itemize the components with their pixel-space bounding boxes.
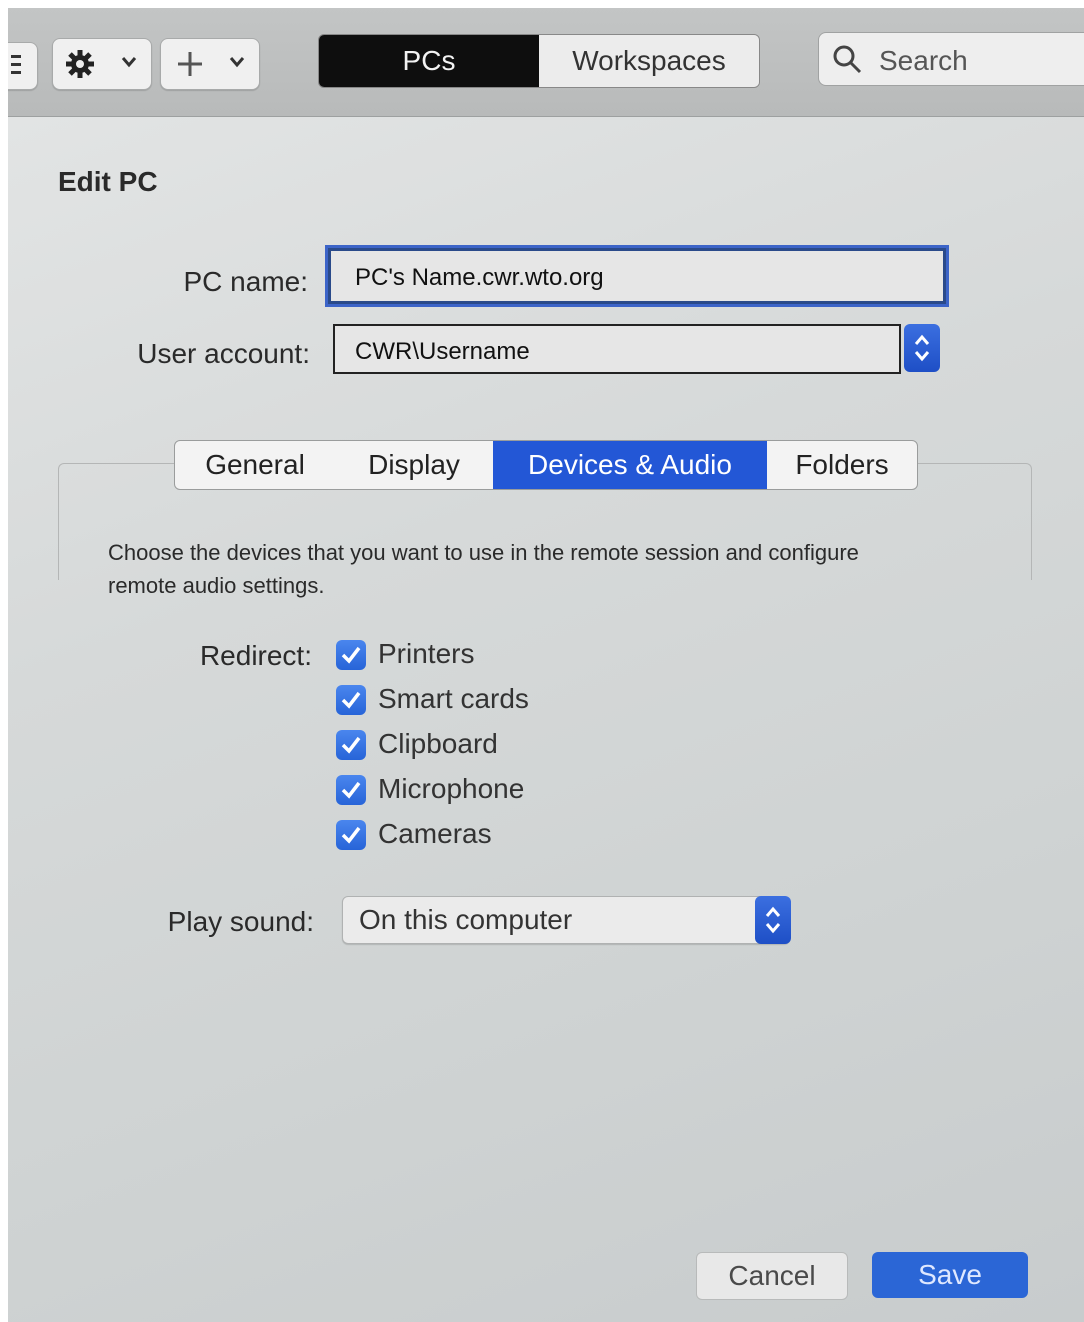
checkbox-checked[interactable]: [336, 730, 366, 760]
checkbox-label: Printers: [378, 638, 475, 669]
checkbox-label: Microphone: [378, 773, 525, 804]
view-segmented-control: PCs Workspaces: [318, 34, 760, 88]
gear-icon: [65, 49, 95, 84]
sidebar-toggle-button[interactable]: [8, 42, 38, 90]
search-icon: [831, 43, 863, 80]
plus-icon: [175, 49, 205, 84]
chevron-down-icon: [229, 55, 245, 74]
pc-name-field[interactable]: PC's Name.cwr.wto.org: [328, 248, 946, 304]
cancel-button[interactable]: Cancel: [696, 1252, 848, 1300]
toolbar: PCs Workspaces Search: [8, 8, 1084, 117]
checkmark-icon: [341, 826, 361, 844]
checkbox-checked[interactable]: [336, 820, 366, 850]
play-sound-select[interactable]: On this computer: [342, 896, 791, 944]
search-input[interactable]: Search: [818, 32, 1084, 86]
pc-name-value: PC's Name.cwr.wto.org: [355, 264, 604, 291]
chevron-down-icon: [121, 55, 137, 74]
tab-bar: General Display Devices & Audio Folders: [174, 440, 918, 490]
checkmark-icon: [341, 691, 361, 709]
tab-devices-audio[interactable]: Devices & Audio: [493, 441, 767, 489]
segment-workspaces[interactable]: Workspaces: [539, 35, 759, 87]
tab-description: Choose the devices that you want to use …: [108, 540, 859, 598]
checkbox-checked[interactable]: [336, 640, 366, 670]
play-sound-label: Play sound:: [167, 906, 314, 937]
up-down-arrows-icon: [914, 334, 930, 362]
checkbox-label: Cameras: [378, 818, 492, 849]
checkbox-checked[interactable]: [336, 775, 366, 805]
user-account-field[interactable]: CWR\Username: [333, 324, 901, 374]
settings-menu-button[interactable]: [52, 38, 152, 90]
checkmark-icon: [341, 736, 361, 754]
user-account-value: CWR\Username: [355, 338, 530, 365]
checkbox-checked[interactable]: [336, 685, 366, 715]
add-menu-button[interactable]: [160, 38, 260, 90]
page-title: Edit PC: [58, 166, 158, 197]
pc-name-label: PC name:: [183, 266, 309, 297]
segment-pcs[interactable]: PCs: [319, 35, 539, 87]
tab-display[interactable]: Display: [335, 441, 493, 489]
redirect-label: Redirect:: [199, 640, 312, 671]
save-button[interactable]: Save: [872, 1252, 1028, 1298]
checkmark-icon: [341, 781, 361, 799]
play-sound-value: On this computer: [359, 904, 573, 935]
checkmark-icon: [341, 646, 361, 664]
checkbox-label: Clipboard: [378, 728, 498, 759]
search-placeholder: Search: [879, 45, 968, 76]
up-down-arrows-icon: [765, 906, 781, 934]
checkbox-label: Smart cards: [378, 683, 529, 714]
play-sound-stepper[interactable]: [755, 896, 791, 944]
tab-general[interactable]: General: [175, 441, 335, 489]
remote-desktop-window: PCs Workspaces Search Edit PC PC name: P…: [8, 8, 1084, 1322]
user-account-label: User account:: [137, 338, 310, 369]
sidebar-icon: [11, 53, 25, 82]
tab-folders[interactable]: Folders: [767, 441, 917, 489]
user-account-stepper[interactable]: [904, 324, 940, 372]
